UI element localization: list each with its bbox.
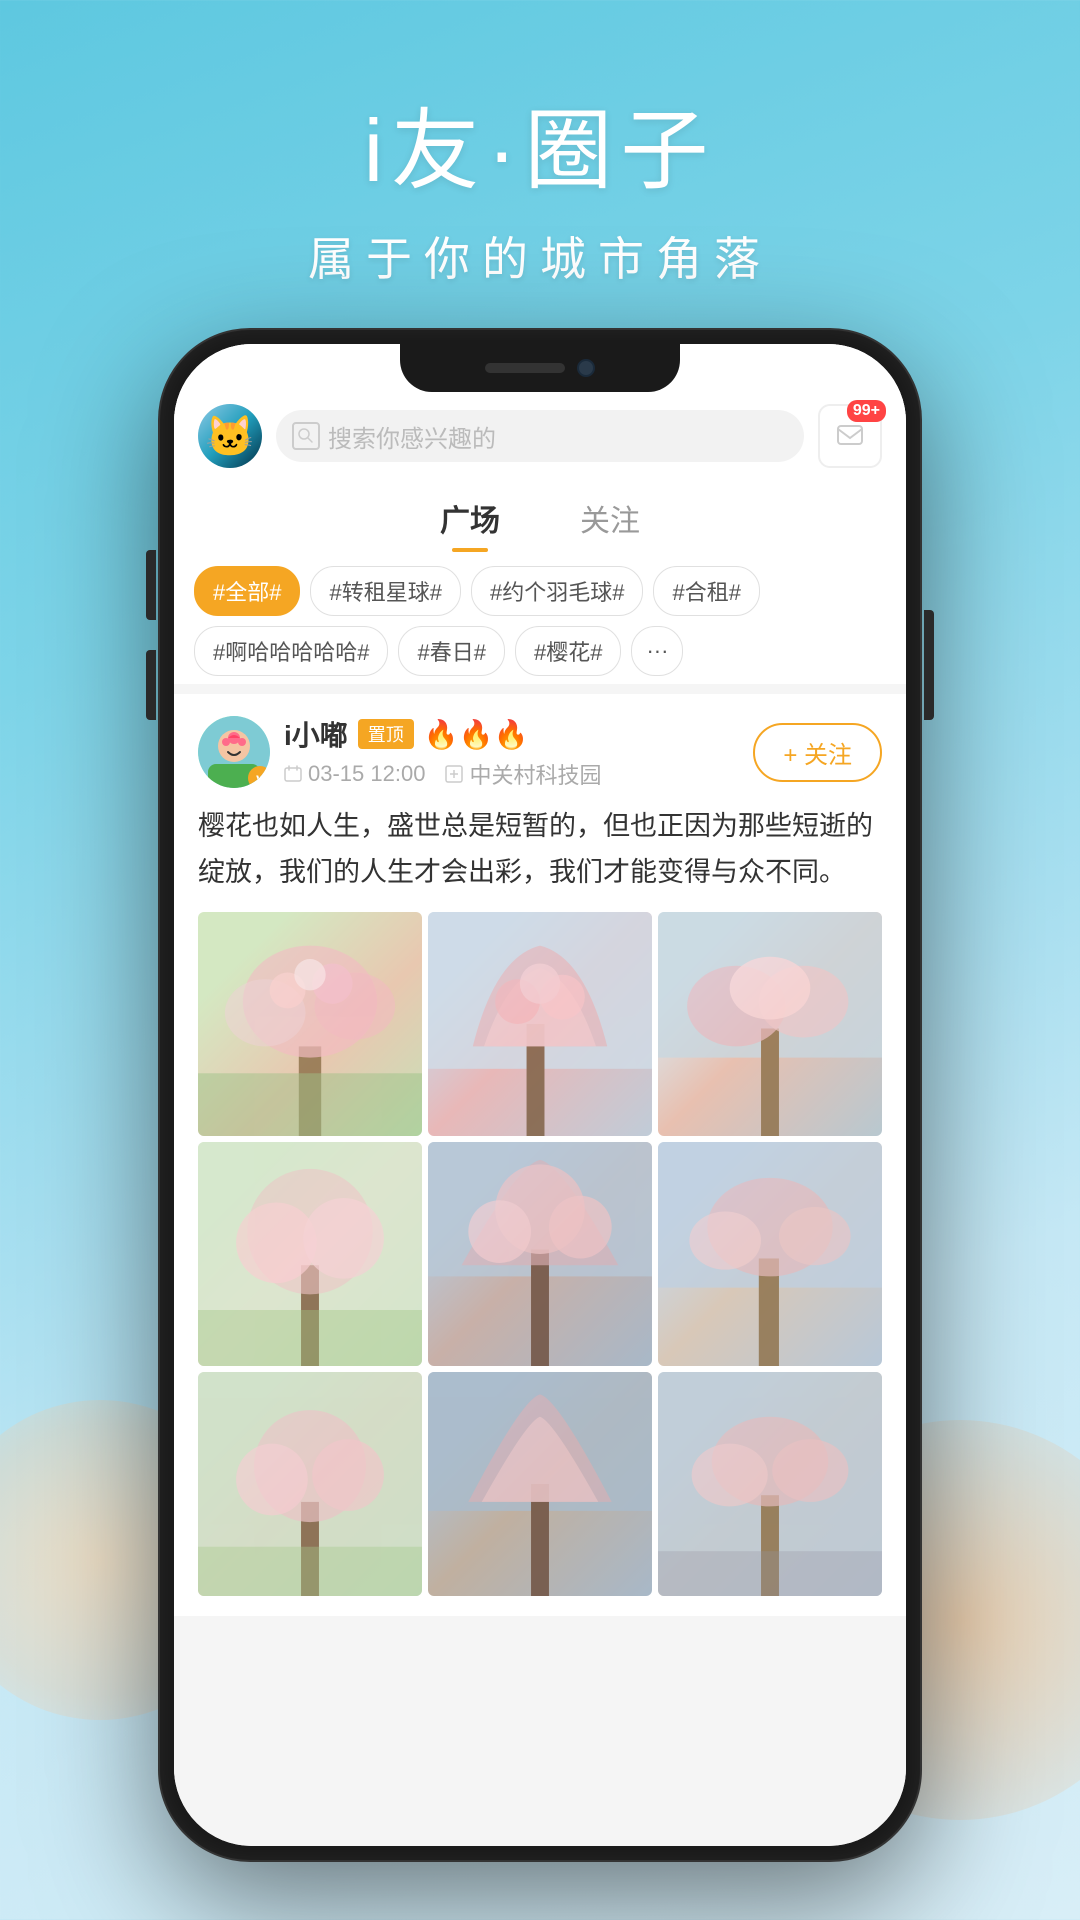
- phone-outer: 🐱 搜索你感兴趣的 99+: [160, 330, 920, 1860]
- notification-badge: 99+: [847, 400, 886, 422]
- tag-haha[interactable]: #啊哈哈哈哈哈#: [194, 626, 388, 676]
- cherry-tree-svg-4: [198, 1142, 422, 1366]
- user-info: i小嘟 置顶 🔥🔥🔥: [284, 714, 601, 790]
- cherry-tree-svg-9: [658, 1372, 882, 1596]
- cherry-tree-svg-1: [198, 912, 422, 1136]
- location-icon: [445, 765, 463, 783]
- tag-rental[interactable]: #转租星球#: [310, 566, 460, 616]
- user-avatar[interactable]: 🐱: [198, 404, 262, 468]
- image-grid: [198, 912, 882, 1596]
- post-image-1[interactable]: [198, 912, 422, 1136]
- tag-badminton[interactable]: #约个羽毛球#: [471, 566, 643, 616]
- post-image-7[interactable]: [198, 1372, 422, 1596]
- fire-icons: 🔥🔥🔥: [424, 718, 529, 751]
- vip-badge: v: [248, 766, 270, 788]
- search-bar[interactable]: 搜索你感兴趣的: [276, 410, 804, 462]
- post-location: 中关村科技园: [469, 758, 601, 790]
- tag-more[interactable]: ···: [631, 626, 683, 676]
- post-image-2[interactable]: [428, 912, 652, 1136]
- post-image-6[interactable]: [658, 1142, 882, 1366]
- tag-all[interactable]: #全部#: [194, 566, 300, 616]
- notch-camera: [577, 359, 595, 377]
- tags-row: #全部# #转租星球# #约个羽毛球# #合租# #啊哈哈哈哈哈#: [174, 552, 906, 684]
- pin-badge: 置顶: [358, 719, 414, 749]
- post-image-9[interactable]: [658, 1372, 882, 1596]
- cherry-tree-svg-8: [428, 1372, 652, 1596]
- post-text: 樱花也如人生，盛世总是短暂的，但也正因为那些短逝的绽放，我们的人生才会出彩，我们…: [198, 804, 882, 896]
- post-location-item: 中关村科技园: [445, 758, 601, 790]
- search-icon: [292, 422, 320, 450]
- cherry-tree-svg-2: [428, 912, 652, 1136]
- username-row: i小嘟 置顶 🔥🔥🔥: [284, 714, 601, 754]
- notch-speaker: [485, 363, 565, 373]
- phone-notch: [400, 344, 680, 392]
- app-subtitle: 属于你的城市角落: [0, 223, 1080, 289]
- post-image-8[interactable]: [428, 1372, 652, 1596]
- cherry-tree-svg-3: [658, 912, 882, 1136]
- tab-guanzhu[interactable]: 关注: [580, 496, 640, 552]
- username: i小嘟: [284, 714, 348, 754]
- post-user: v i小嘟 置顶 🔥🔥🔥: [198, 714, 601, 790]
- header-section: i友·圈子 属于你的城市角落: [0, 0, 1080, 289]
- tag-roommate[interactable]: #合租#: [653, 566, 759, 616]
- cherry-tree-svg-6: [658, 1142, 882, 1366]
- post-card: v i小嘟 置顶 🔥🔥🔥: [174, 694, 906, 1616]
- notification-button[interactable]: 99+: [818, 404, 882, 468]
- search-placeholder: 搜索你感兴趣的: [328, 419, 496, 454]
- avatar-image: 🐱: [198, 404, 262, 468]
- post-meta: 03-15 12:00 中关村科技园: [284, 758, 601, 790]
- cherry-tree-svg-7: [198, 1372, 422, 1596]
- post-time: 03-15 12:00: [308, 761, 425, 787]
- tag-sakura[interactable]: #樱花#: [515, 626, 621, 676]
- tag-spring[interactable]: #春日#: [398, 626, 504, 676]
- app-title: i友·圈子: [0, 80, 1080, 207]
- post-image-4[interactable]: [198, 1142, 422, 1366]
- message-icon: [836, 422, 864, 450]
- post-avatar[interactable]: v: [198, 716, 270, 788]
- post-image-5[interactable]: [428, 1142, 652, 1366]
- post-image-3[interactable]: [658, 912, 882, 1136]
- tab-guangchang[interactable]: 广场: [440, 496, 500, 552]
- post-time-item: 03-15 12:00: [284, 761, 425, 787]
- app-content: 🐱 搜索你感兴趣的 99+: [174, 344, 906, 1846]
- post-header: v i小嘟 置顶 🔥🔥🔥: [198, 714, 882, 790]
- follow-button[interactable]: + 关注: [753, 723, 882, 782]
- phone-mockup: 🐱 搜索你感兴趣的 99+: [160, 330, 920, 1860]
- cherry-tree-svg-5: [428, 1142, 652, 1366]
- tabs-container: 广场 关注: [174, 484, 906, 552]
- clock-icon: [284, 765, 302, 783]
- phone-inner: 🐱 搜索你感兴趣的 99+: [174, 344, 906, 1846]
